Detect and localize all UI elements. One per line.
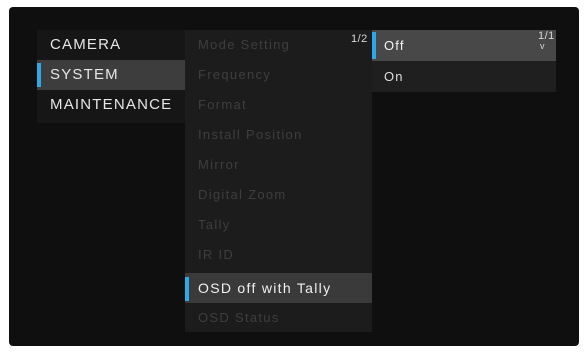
submenu-item-label: Install Position	[198, 127, 303, 142]
submenu-item-osd-off-with-tally[interactable]: OSD off with Tally	[185, 273, 372, 303]
menu-item-label: CAMERA	[50, 36, 122, 53]
submenu-item-digital-zoom[interactable]: Digital Zoom	[185, 180, 372, 210]
submenu-item-label: OSD Status	[198, 310, 280, 325]
selection-indicator	[185, 277, 189, 301]
menu-item-camera[interactable]: CAMERA	[37, 30, 187, 60]
submenu-item-format[interactable]: Format	[185, 90, 372, 120]
menu-item-label: SYSTEM	[50, 66, 119, 83]
submenu-item-label: Mirror	[198, 157, 240, 172]
option-on[interactable]: On	[372, 61, 556, 92]
submenu-item-osd-status[interactable]: OSD Status	[185, 303, 372, 333]
system-submenu: Mode Setting Frequency Format Install Po…	[185, 30, 372, 332]
selection-indicator	[372, 32, 376, 59]
submenu-item-label: IR ID	[198, 247, 235, 262]
scroll-down-icon: v	[540, 41, 545, 51]
submenu-item-label: Frequency	[198, 67, 272, 82]
submenu-item-ir-id[interactable]: IR ID	[185, 240, 372, 270]
option-off[interactable]: Off	[372, 30, 556, 61]
submenu-item-frequency[interactable]: Frequency	[185, 60, 372, 90]
submenu-item-mirror[interactable]: Mirror	[185, 150, 372, 180]
option-label: Off	[384, 38, 405, 53]
menu-item-maintenance[interactable]: MAINTENANCE	[37, 90, 187, 120]
submenu-item-mode-setting[interactable]: Mode Setting	[185, 30, 372, 60]
submenu-item-label: Digital Zoom	[198, 187, 287, 202]
menu-item-system[interactable]: SYSTEM	[37, 60, 187, 90]
submenu-item-label: OSD off with Tally	[198, 280, 332, 296]
menu-item-label: MAINTENANCE	[50, 96, 173, 113]
option-label: On	[384, 69, 404, 84]
submenu-item-label: Mode Setting	[198, 37, 291, 52]
option-menu: Off On	[372, 30, 556, 92]
selection-indicator	[37, 63, 41, 87]
submenu-item-label: Tally	[198, 217, 231, 232]
submenu-item-install-position[interactable]: Install Position	[185, 120, 372, 150]
submenu-item-label: Format	[198, 97, 247, 112]
osd-screen: CAMERA SYSTEM MAINTENANCE Mode Setting F…	[9, 7, 579, 346]
main-menu: CAMERA SYSTEM MAINTENANCE	[37, 30, 187, 123]
submenu-item-tally[interactable]: Tally	[185, 210, 372, 240]
submenu-page-indicator: 1/2	[351, 33, 368, 45]
